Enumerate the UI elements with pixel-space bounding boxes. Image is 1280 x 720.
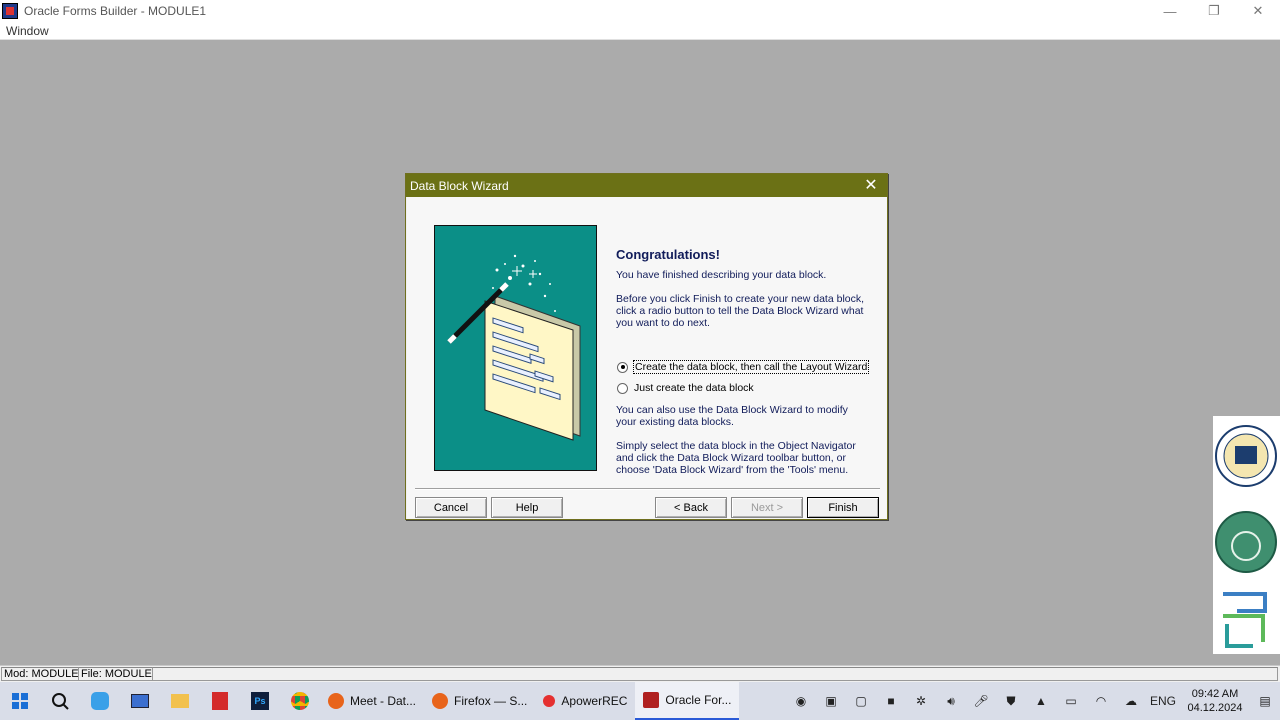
taskbar-app-apowerrec-label: ApowerREC: [561, 694, 628, 708]
status-module: Mod: MODULE1: [1, 667, 88, 681]
finish-button[interactable]: Finish: [807, 497, 879, 518]
option-just-create[interactable]: Just create the data block: [617, 382, 755, 394]
wifi-icon[interactable]: ◠: [1086, 682, 1116, 720]
photoshop-icon[interactable]: Ps: [240, 682, 280, 720]
taskbar-app-firefox[interactable]: Firefox — S...: [424, 682, 535, 720]
system-tray: ◉ ▣ ▢ ■ ✲ 🔊︎ 🎤︎ ⛊ ▲ ▭ ◠ ☁ ENG 09:42 AM 0…: [786, 682, 1280, 720]
modify-text: You can also use the Data Block Wizard t…: [616, 404, 848, 428]
record-icon: [543, 695, 556, 707]
windows-start-icon[interactable]: [0, 682, 40, 720]
app-a-icon[interactable]: ▲: [1026, 682, 1056, 720]
notifications-icon[interactable]: ▤: [1250, 682, 1280, 720]
meet-now-icon[interactable]: ◉: [786, 682, 816, 720]
dialog-title: Data Block Wizard: [410, 178, 509, 193]
battery-icon[interactable]: ▭: [1056, 682, 1086, 720]
computer-icon[interactable]: [120, 682, 160, 720]
object-navigator-text: Simply select the data block in the Obje…: [616, 440, 856, 476]
app-titlebar: Oracle Forms Builder - MODULE1 — ❐ ✕: [0, 0, 1280, 22]
firefox-icon: [328, 693, 344, 709]
radio-unselected-icon[interactable]: [617, 382, 628, 394]
taskbar-app-apowerrec[interactable]: ApowerREC: [535, 682, 635, 720]
file-explorer-icon[interactable]: [160, 682, 200, 720]
cloud-icon[interactable]: ☁: [1116, 682, 1146, 720]
taskbar-app-firefox-label: Firefox — S...: [454, 694, 528, 708]
taskbar-app-meet-label: Meet - Dat...: [350, 694, 417, 708]
oracle-forms-icon: [2, 3, 18, 19]
status-empty: [152, 667, 1278, 681]
screen-share-icon[interactable]: ▢: [846, 682, 876, 720]
search-icon[interactable]: [40, 682, 80, 720]
pdf-icon[interactable]: [200, 682, 240, 720]
restore-icon[interactable]: ❐: [1192, 0, 1236, 22]
statusbar: Mod: MODULE1 File: MODULE1: [0, 665, 1280, 682]
microphone-app-icon[interactable]: ▣: [816, 682, 846, 720]
oracle-forms-icon: [643, 692, 660, 708]
app-title: Oracle Forms Builder - MODULE1: [24, 4, 207, 18]
video-icon[interactable]: ■: [876, 682, 906, 720]
data-block-wizard-dialog: Data Block Wizard ✕ Congratulations! You…: [405, 173, 888, 520]
option-just-create-label[interactable]: Just create the data block: [633, 382, 755, 394]
copilot-icon[interactable]: [80, 682, 120, 720]
back-button[interactable]: < Back: [655, 497, 727, 518]
dialog-titlebar[interactable]: Data Block Wizard ✕: [406, 174, 887, 197]
clock[interactable]: 09:42 AM 04.12.2024: [1180, 687, 1250, 715]
status-file: File: MODULE1: [78, 667, 162, 681]
network-app-icon[interactable]: ✲: [906, 682, 936, 720]
magic-wand-document-icon: [447, 254, 581, 441]
congratulations-heading: Congratulations!: [616, 247, 720, 262]
logo-seals-icon: [1215, 425, 1277, 648]
chrome-icon[interactable]: [280, 682, 320, 720]
option-layout-wizard-label[interactable]: Create the data block, then call the Lay…: [633, 360, 870, 374]
taskbar-app-oracle-forms-label: Oracle For...: [665, 693, 732, 707]
finished-text: You have finished describing your data b…: [616, 269, 827, 281]
close-icon[interactable]: ✕: [861, 177, 881, 194]
help-button[interactable]: Help: [491, 497, 563, 518]
radio-selected-icon[interactable]: [617, 361, 628, 373]
menubar: Window: [0, 22, 1280, 40]
close-window-icon[interactable]: ✕: [1236, 0, 1280, 22]
minimize-icon[interactable]: —: [1148, 0, 1192, 22]
clock-time: 09:42 AM: [1191, 688, 1239, 700]
dialog-body: Congratulations! You have finished descr…: [407, 197, 887, 519]
shield-icon[interactable]: ⛊: [996, 682, 1026, 720]
instructions-text: Before you click Finish to create your n…: [616, 293, 865, 329]
watermark-logos: [1213, 416, 1280, 654]
firefox-icon: [432, 693, 449, 709]
window-controls: — ❐ ✕: [1148, 0, 1280, 22]
wizard-illustration: [434, 225, 597, 471]
taskbar-app-oracle-forms[interactable]: Oracle For...: [635, 682, 740, 720]
button-separator: [415, 488, 880, 490]
menu-window[interactable]: Window: [6, 24, 49, 38]
cancel-button[interactable]: Cancel: [415, 497, 487, 518]
taskbar: Ps Meet - Dat... Firefox — S... ApowerRE…: [0, 682, 1280, 720]
taskbar-app-meet[interactable]: Meet - Dat...: [320, 682, 424, 720]
volume-icon[interactable]: 🔊︎: [936, 682, 966, 720]
next-button[interactable]: Next >: [731, 497, 803, 518]
option-layout-wizard[interactable]: Create the data block, then call the Lay…: [617, 360, 870, 374]
language-indicator[interactable]: ENG: [1146, 682, 1180, 720]
clock-date: 04.12.2024: [1187, 702, 1243, 714]
microphone-icon[interactable]: 🎤︎: [966, 682, 996, 720]
